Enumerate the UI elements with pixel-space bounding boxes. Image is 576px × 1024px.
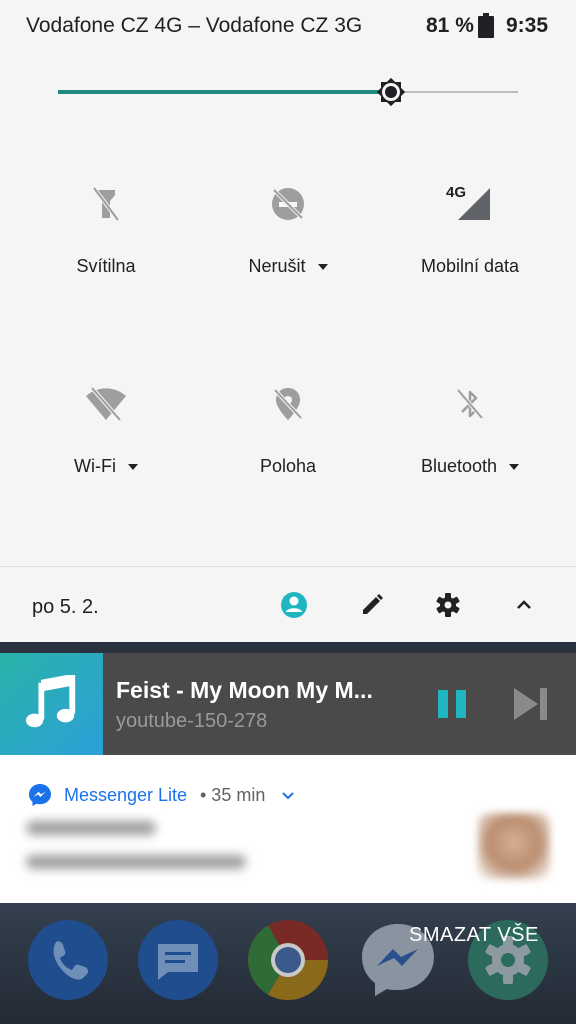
signal-badge: 4G xyxy=(446,184,467,201)
brightness-thumb-icon[interactable] xyxy=(367,68,415,116)
messages-icon[interactable] xyxy=(138,920,218,1000)
do-not-disturb-off-icon xyxy=(272,188,304,220)
chrome-icon[interactable] xyxy=(248,920,328,1000)
media-source: youtube-150-278 xyxy=(116,710,268,732)
album-art xyxy=(0,653,103,755)
chevron-down-icon[interactable] xyxy=(509,464,520,471)
skip-next-icon[interactable] xyxy=(510,684,550,724)
notification-time: • 35 min xyxy=(200,785,266,805)
tile-label: Mobilní data xyxy=(420,256,520,276)
blurred-sender xyxy=(26,821,156,835)
clear-all-button[interactable]: SMAZAT VŠE xyxy=(409,924,539,947)
tile-label: Nerušit xyxy=(208,256,368,277)
edit-icon[interactable] xyxy=(356,589,388,621)
messenger-icon xyxy=(29,784,51,806)
tile-label: Bluetooth xyxy=(390,456,550,477)
messenger-notification[interactable]: Messenger Lite • 35 min xyxy=(0,755,576,903)
battery-icon xyxy=(478,13,494,38)
quick-settings-panel: Vodafone CZ 4G – Vodafone CZ 3G 81 % 9:3… xyxy=(0,0,576,642)
settings-icon[interactable] xyxy=(432,589,464,621)
tile-do-not-disturb[interactable]: Nerušit xyxy=(208,182,368,322)
brightness-slider-fill xyxy=(58,90,392,94)
media-title: Feist - My Moon My M... xyxy=(116,677,373,703)
tile-location[interactable]: Poloha xyxy=(208,382,368,522)
flashlight-off-icon xyxy=(92,186,120,222)
clock: 9:35 xyxy=(506,14,549,37)
chevron-down-icon[interactable] xyxy=(127,464,138,471)
date-label: po 5. 2. xyxy=(32,596,99,618)
bluetooth-off-icon xyxy=(456,388,484,420)
user-icon[interactable] xyxy=(278,589,310,621)
tile-label: Poloha xyxy=(259,456,317,476)
tile-wifi[interactable]: Wi-Fi xyxy=(26,382,186,522)
battery-percentage: 81 % xyxy=(426,14,474,37)
blurred-message xyxy=(26,855,246,869)
chevron-down-icon[interactable] xyxy=(317,264,328,271)
chevron-up-icon[interactable] xyxy=(508,589,540,621)
notification-app-name: Messenger Lite xyxy=(64,785,188,805)
pause-icon[interactable] xyxy=(434,686,474,726)
chevron-down-icon[interactable] xyxy=(280,788,296,804)
avatar xyxy=(478,813,550,879)
tile-flashlight[interactable]: Svítilna xyxy=(26,182,186,322)
tile-bluetooth[interactable]: Bluetooth xyxy=(390,382,550,522)
wifi-off-icon xyxy=(86,386,126,422)
music-note-icon xyxy=(25,675,76,728)
media-notification[interactable]: Feist - My Moon My M... youtube-150-278 xyxy=(0,653,576,755)
tile-mobile-data[interactable]: 4G Mobilní data xyxy=(390,182,550,322)
tile-label: Wi-Fi xyxy=(26,456,186,477)
carrier-label: Vodafone CZ 4G – Vodafone CZ 3G xyxy=(26,14,363,37)
status-bar: Vodafone CZ 4G – Vodafone CZ 3G 81 % 9:3… xyxy=(0,0,576,54)
location-off-icon xyxy=(273,388,303,420)
tile-label: Svítilna xyxy=(76,256,136,276)
phone-icon[interactable] xyxy=(28,920,108,1000)
